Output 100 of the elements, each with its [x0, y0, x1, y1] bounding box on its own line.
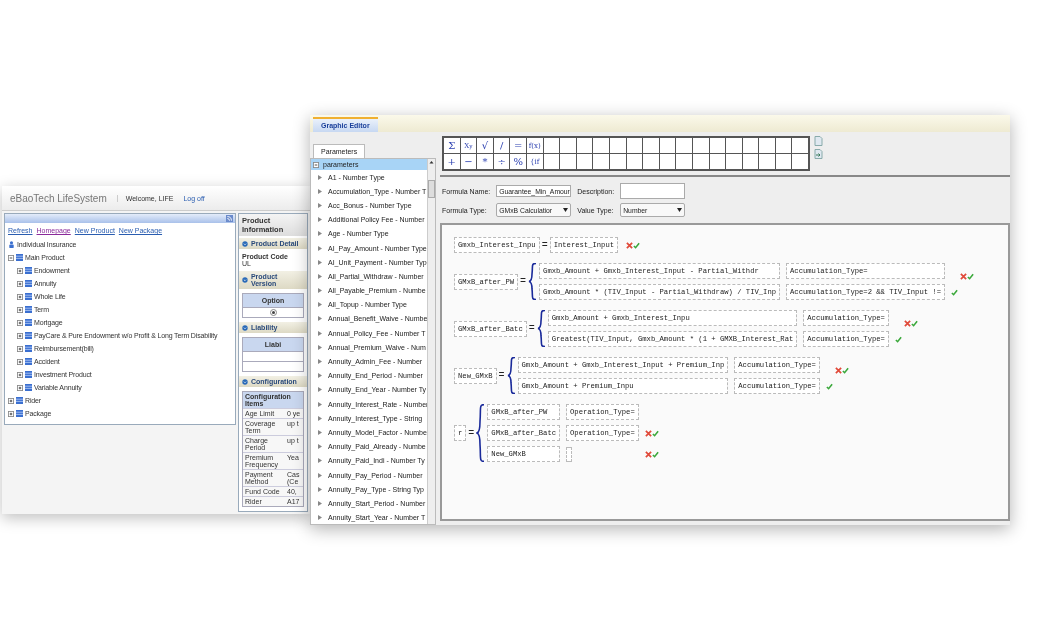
scrollbar[interactable]: [427, 159, 435, 524]
expand-icon[interactable]: [17, 280, 23, 287]
symbol-button[interactable]: +: [444, 154, 460, 169]
list-icon: [25, 280, 32, 287]
expand-icon[interactable]: [17, 384, 23, 391]
collapse-icon[interactable]: [242, 277, 248, 283]
brace-icon: [536, 310, 546, 347]
delete-icon[interactable]: [626, 241, 634, 249]
caret-icon: [563, 208, 569, 212]
expand-icon[interactable]: [17, 267, 23, 274]
document-icon[interactable]: [814, 149, 824, 159]
list-icon: [25, 358, 32, 365]
expand-icon[interactable]: [17, 371, 23, 378]
feed-icon[interactable]: [226, 215, 233, 222]
expand-icon[interactable]: [318, 444, 322, 450]
symbol-button[interactable]: Σ: [444, 138, 460, 153]
expand-icon[interactable]: [318, 273, 322, 279]
equals-sign: =: [520, 276, 527, 287]
list-icon: [25, 371, 32, 378]
expand-icon[interactable]: [17, 332, 23, 339]
symbol-button[interactable]: /: [493, 138, 510, 153]
expand-icon[interactable]: [318, 515, 322, 521]
symbol-button[interactable]: %: [510, 154, 526, 169]
expand-icon[interactable]: [318, 202, 322, 208]
list-icon: [25, 293, 32, 300]
expand-icon[interactable]: [318, 344, 322, 350]
equals-sign: =: [498, 370, 505, 381]
collapse-icon[interactable]: [313, 161, 319, 168]
check-icon[interactable]: [951, 288, 958, 296]
collapse-icon[interactable]: [242, 324, 248, 331]
list-icon: [16, 254, 23, 261]
expand-icon[interactable]: [318, 359, 322, 365]
symbol-button[interactable]: −: [460, 154, 477, 169]
app-title: eBaoTech LifeSystem: [10, 192, 107, 204]
delete-icon[interactable]: [644, 429, 652, 437]
brace-icon: [528, 263, 538, 300]
delete-icon[interactable]: [834, 367, 842, 374]
symbol-button[interactable]: =: [510, 138, 526, 153]
list-icon: [25, 306, 32, 313]
expand-icon[interactable]: [318, 429, 322, 435]
expand-icon[interactable]: [318, 486, 322, 492]
check-icon[interactable]: [633, 241, 641, 249]
document-icon[interactable]: [814, 136, 824, 146]
expand-icon[interactable]: [318, 188, 322, 194]
expand-icon[interactable]: [318, 500, 322, 506]
expand-icon[interactable]: [318, 330, 322, 336]
table-row: [242, 362, 304, 372]
condition-box[interactable]: [566, 446, 573, 462]
expand-icon[interactable]: [318, 217, 322, 223]
table-row: [242, 352, 304, 362]
expand-icon[interactable]: [318, 373, 322, 379]
expand-icon[interactable]: [318, 302, 322, 308]
list-icon: [25, 319, 32, 326]
equals-sign: =: [468, 427, 475, 439]
radio-button[interactable]: [269, 309, 277, 316]
expand-icon[interactable]: [318, 387, 322, 393]
check-icon[interactable]: [651, 450, 659, 458]
list-icon: [16, 397, 23, 404]
expand-icon[interactable]: [17, 345, 23, 352]
collapse-icon[interactable]: [8, 254, 14, 261]
symbol-button[interactable]: √: [477, 138, 493, 153]
input-field[interactable]: [620, 183, 686, 199]
check-icon[interactable]: [651, 429, 659, 437]
equals-sign: =: [528, 323, 535, 334]
expand-icon[interactable]: [318, 472, 322, 478]
delete-icon[interactable]: [903, 320, 911, 327]
expand-icon[interactable]: [8, 410, 14, 417]
symbol-button[interactable]: ÷: [493, 154, 510, 169]
caret-icon: [677, 208, 683, 212]
scrollbar-thumb[interactable]: [428, 180, 435, 198]
expand-icon[interactable]: [318, 316, 322, 322]
check-icon[interactable]: [967, 273, 974, 280]
equals-sign: =: [541, 239, 548, 251]
symbol-button[interactable]: *: [477, 154, 493, 169]
brace-icon: [506, 357, 516, 394]
expand-icon[interactable]: [318, 259, 322, 265]
expand-icon[interactable]: [17, 306, 23, 313]
expand-icon[interactable]: [318, 401, 322, 407]
list-icon: [25, 345, 32, 352]
list-icon: [25, 332, 32, 339]
expand-icon[interactable]: [318, 245, 322, 251]
list-icon: [16, 410, 23, 417]
expand-icon[interactable]: [318, 415, 322, 421]
expand-icon[interactable]: [17, 319, 23, 326]
delete-icon[interactable]: [644, 450, 652, 458]
collapse-icon[interactable]: [242, 378, 248, 385]
expand-icon[interactable]: [318, 174, 322, 180]
list-icon: [25, 267, 32, 274]
person-icon: [8, 241, 15, 248]
expand-icon[interactable]: [318, 288, 322, 294]
expand-icon[interactable]: [318, 231, 322, 237]
expand-icon[interactable]: [17, 293, 23, 300]
scroll-up-icon[interactable]: [428, 159, 435, 166]
collapse-icon[interactable]: [242, 240, 248, 247]
expand-icon[interactable]: [8, 397, 14, 404]
expand-icon[interactable]: [318, 458, 322, 464]
brace-icon: [476, 404, 486, 462]
expand-icon[interactable]: [17, 358, 23, 365]
delete-icon[interactable]: [960, 273, 967, 280]
list-icon: [25, 384, 32, 391]
